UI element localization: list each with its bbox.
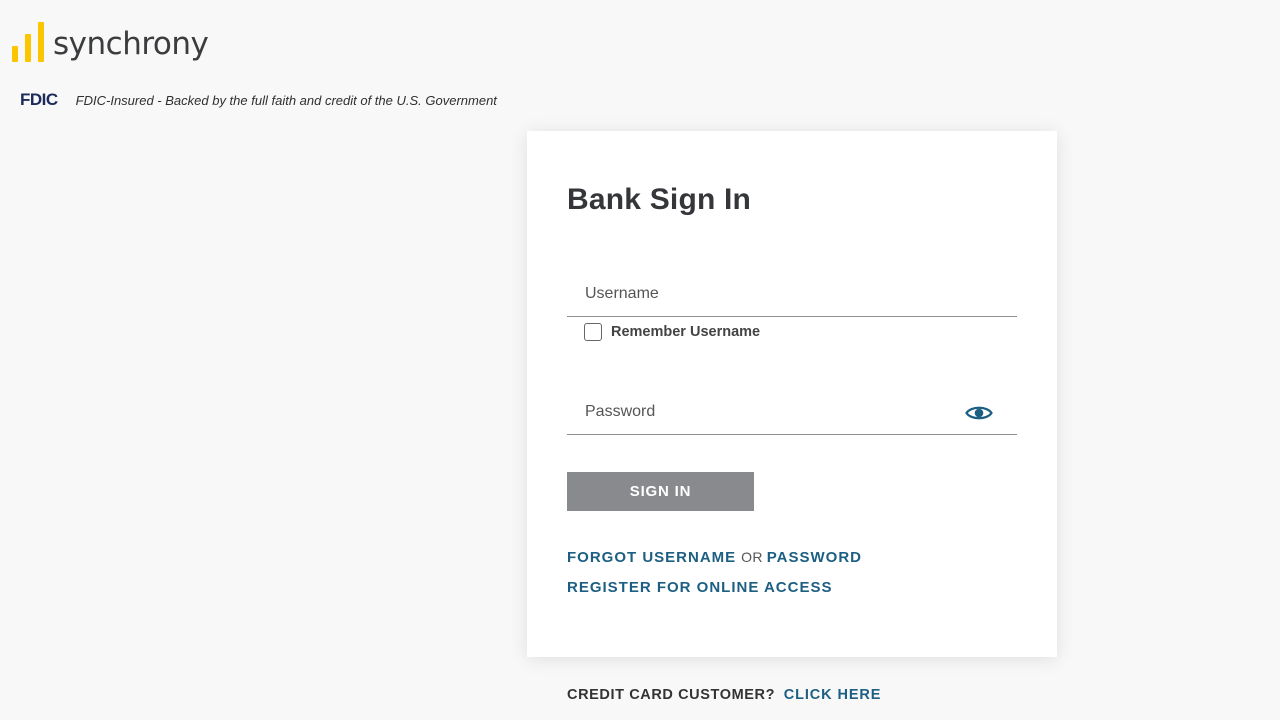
remember-username-label: Remember Username xyxy=(611,324,761,340)
or-text: OR xyxy=(741,549,763,565)
register-links: REGISTER FOR ONLINE ACCESS xyxy=(567,579,832,596)
register-link[interactable]: REGISTER FOR ONLINE ACCESS xyxy=(567,579,832,596)
password-field-wrapper xyxy=(567,389,1017,435)
sign-in-button[interactable]: SIGN IN xyxy=(567,472,754,511)
eye-icon[interactable] xyxy=(965,404,993,422)
fdic-disclaimer: FDIC-Insured - Backed by the full faith … xyxy=(75,92,497,108)
username-input[interactable] xyxy=(567,271,1017,316)
fdic-logo: FDIC xyxy=(20,90,58,109)
fdic-banner: FDIC FDIC-Insured - Backed by the full f… xyxy=(20,90,497,110)
synchrony-logo[interactable]: synchrony xyxy=(12,22,209,62)
credit-card-prompt: CREDIT CARD CUSTOMER? CLICK HERE xyxy=(567,687,881,703)
forgot-links: FORGOT USERNAME OR PASSWORD xyxy=(567,549,862,566)
remember-username[interactable]: Remember Username xyxy=(584,323,760,341)
page-title: Bank Sign In xyxy=(567,183,752,216)
synchrony-bars-icon xyxy=(12,22,46,62)
page: synchrony FDIC FDIC-Insured - Backed by … xyxy=(0,0,1280,720)
click-here-link[interactable]: CLICK HERE xyxy=(784,687,882,703)
brand-name: synchrony xyxy=(53,26,209,62)
password-input[interactable] xyxy=(567,389,1017,434)
forgot-username-link[interactable]: FORGOT USERNAME xyxy=(567,549,736,566)
remember-username-checkbox[interactable] xyxy=(584,323,602,341)
username-field-wrapper xyxy=(567,271,1017,317)
credit-card-question: CREDIT CARD CUSTOMER? xyxy=(567,687,776,703)
forgot-password-link[interactable]: PASSWORD xyxy=(767,549,862,566)
sign-in-card: Bank Sign In Remember Username SIGN IN F… xyxy=(527,131,1057,657)
